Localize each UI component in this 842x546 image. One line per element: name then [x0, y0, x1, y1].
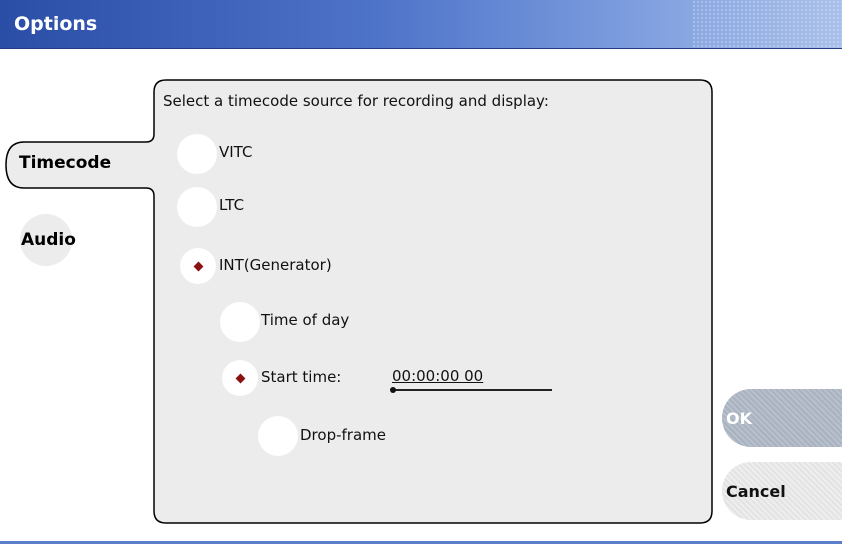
label-drop-frame: Drop-frame: [300, 426, 386, 444]
label-start-time: Start time:: [261, 368, 342, 386]
tab-timecode[interactable]: Timecode: [19, 153, 111, 173]
start-time-input[interactable]: 00:00:00 00: [390, 367, 552, 393]
start-time-value: 00:00:00 00: [392, 367, 484, 385]
cancel-button[interactable]: Cancel: [722, 462, 842, 520]
radio-int-generator[interactable]: [180, 248, 216, 284]
text-cursor-icon: [390, 387, 396, 393]
label-time-of-day: Time of day: [261, 311, 350, 329]
label-ltc: LTC: [219, 196, 245, 214]
radio-ltc[interactable]: [177, 187, 217, 227]
radio-start-time[interactable]: [222, 360, 258, 396]
radio-vitc[interactable]: [177, 134, 217, 174]
window-bottom-border: [0, 541, 842, 544]
panel-outline: [5, 79, 713, 524]
timecode-panel: [5, 79, 713, 524]
tab-audio[interactable]: Audio: [21, 230, 76, 250]
checkbox-drop-frame[interactable]: [258, 416, 298, 456]
cancel-button-label: Cancel: [726, 481, 786, 501]
ok-button-label: OK: [726, 408, 752, 428]
radio-time-of-day[interactable]: [220, 302, 260, 342]
timecode-instructions: Select a timecode source for recording a…: [163, 92, 549, 110]
label-vitc: VITC: [219, 143, 253, 161]
selected-dot-icon: [193, 261, 203, 271]
ok-button[interactable]: OK: [722, 389, 842, 447]
label-int-generator: INT(Generator): [219, 256, 332, 274]
selected-dot-icon: [235, 373, 245, 383]
